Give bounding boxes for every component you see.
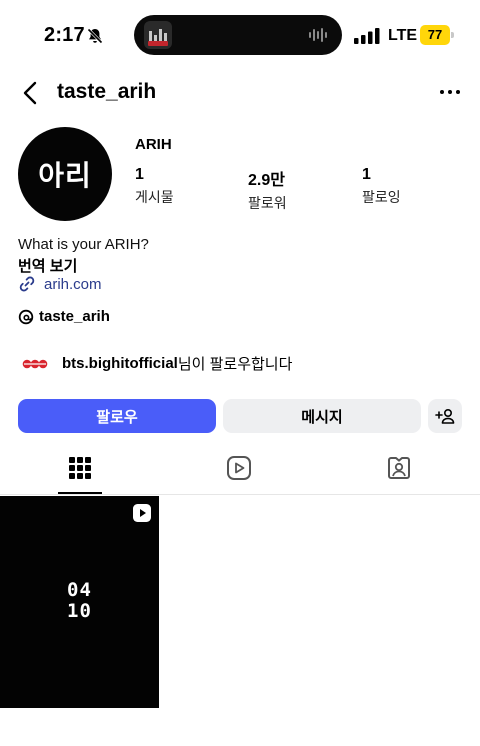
stat-value: 1 (135, 166, 144, 183)
audio-wave-icon (309, 28, 327, 42)
post-caption: 04 10 (67, 579, 92, 622)
stat-value: 2.9만 (248, 172, 285, 189)
message-button[interactable]: 메시지 (223, 399, 421, 433)
stat-posts[interactable]: 1 게시물 (135, 166, 174, 207)
add-person-icon (435, 408, 455, 424)
avatar[interactable]: 아리 (18, 127, 112, 221)
tagged-icon[interactable] (386, 455, 412, 481)
tab-divider (0, 494, 480, 495)
translate-link[interactable]: 번역 보기 (18, 255, 77, 276)
network-type: LTE (388, 27, 418, 44)
chevron-left-icon[interactable] (18, 80, 44, 106)
threads-badge[interactable]: taste_arih (18, 308, 110, 325)
follow-button[interactable]: 팔로우 (18, 399, 216, 433)
stat-followers[interactable]: 2.9만 팔로워 (248, 166, 287, 213)
post-thumbnail[interactable]: 04 10 (0, 496, 159, 708)
reels-icon[interactable] (226, 455, 252, 481)
now-playing-artwork (144, 21, 172, 49)
dynamic-island[interactable] (134, 15, 342, 55)
suggest-people-button[interactable] (428, 399, 462, 433)
stat-following[interactable]: 1 팔로잉 (362, 166, 401, 207)
page-title: taste_arih (57, 80, 157, 103)
threads-icon (18, 309, 34, 324)
link-icon (19, 276, 35, 292)
reel-badge-icon (133, 504, 151, 522)
display-name: ARIH (135, 136, 172, 153)
stat-label: 팔로워 (248, 195, 287, 211)
status-time: 2:17 (44, 24, 85, 46)
follower-avatar (22, 359, 48, 368)
followed-by[interactable]: bts.bighitofficial 님이 팔로우합니다 (22, 353, 292, 374)
website-url[interactable]: arih.com (44, 276, 102, 293)
bell-slash-icon (87, 28, 103, 44)
battery-level: 77 (420, 25, 450, 45)
bio-text: What is your ARIH? (18, 236, 149, 253)
threads-handle: taste_arih (39, 308, 110, 325)
followed-by-name: bts.bighitofficial (62, 355, 178, 372)
battery-icon: 77 (420, 25, 454, 45)
signal-icon (354, 28, 380, 44)
more-horizontal-icon[interactable] (438, 82, 462, 102)
website-link[interactable]: arih.com (18, 275, 102, 293)
followed-by-suffix: 님이 팔로우합니다 (177, 356, 293, 373)
grid-icon[interactable] (67, 455, 93, 481)
status-bar: 2:17 LTE 77 (0, 0, 480, 70)
stat-label: 팔로잉 (362, 189, 401, 205)
stat-value: 1 (362, 166, 371, 183)
stat-label: 게시물 (135, 189, 174, 205)
